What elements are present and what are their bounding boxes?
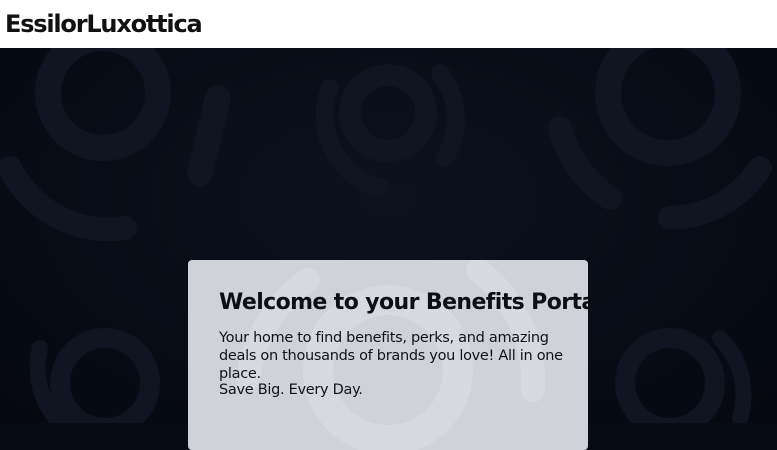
welcome-tagline: Save Big. Every Day.	[219, 382, 363, 398]
welcome-description: Your home to find benefits, perks, and a…	[219, 330, 563, 382]
welcome-card: Welcome to your Benefits Portal! Your ho…	[188, 260, 588, 450]
welcome-title: Welcome to your Benefits Portal!	[219, 290, 588, 315]
site-header: EssilorLuxottica	[0, 0, 777, 48]
essilorluxottica-logo[interactable]: EssilorLuxottica	[5, 8, 203, 40]
